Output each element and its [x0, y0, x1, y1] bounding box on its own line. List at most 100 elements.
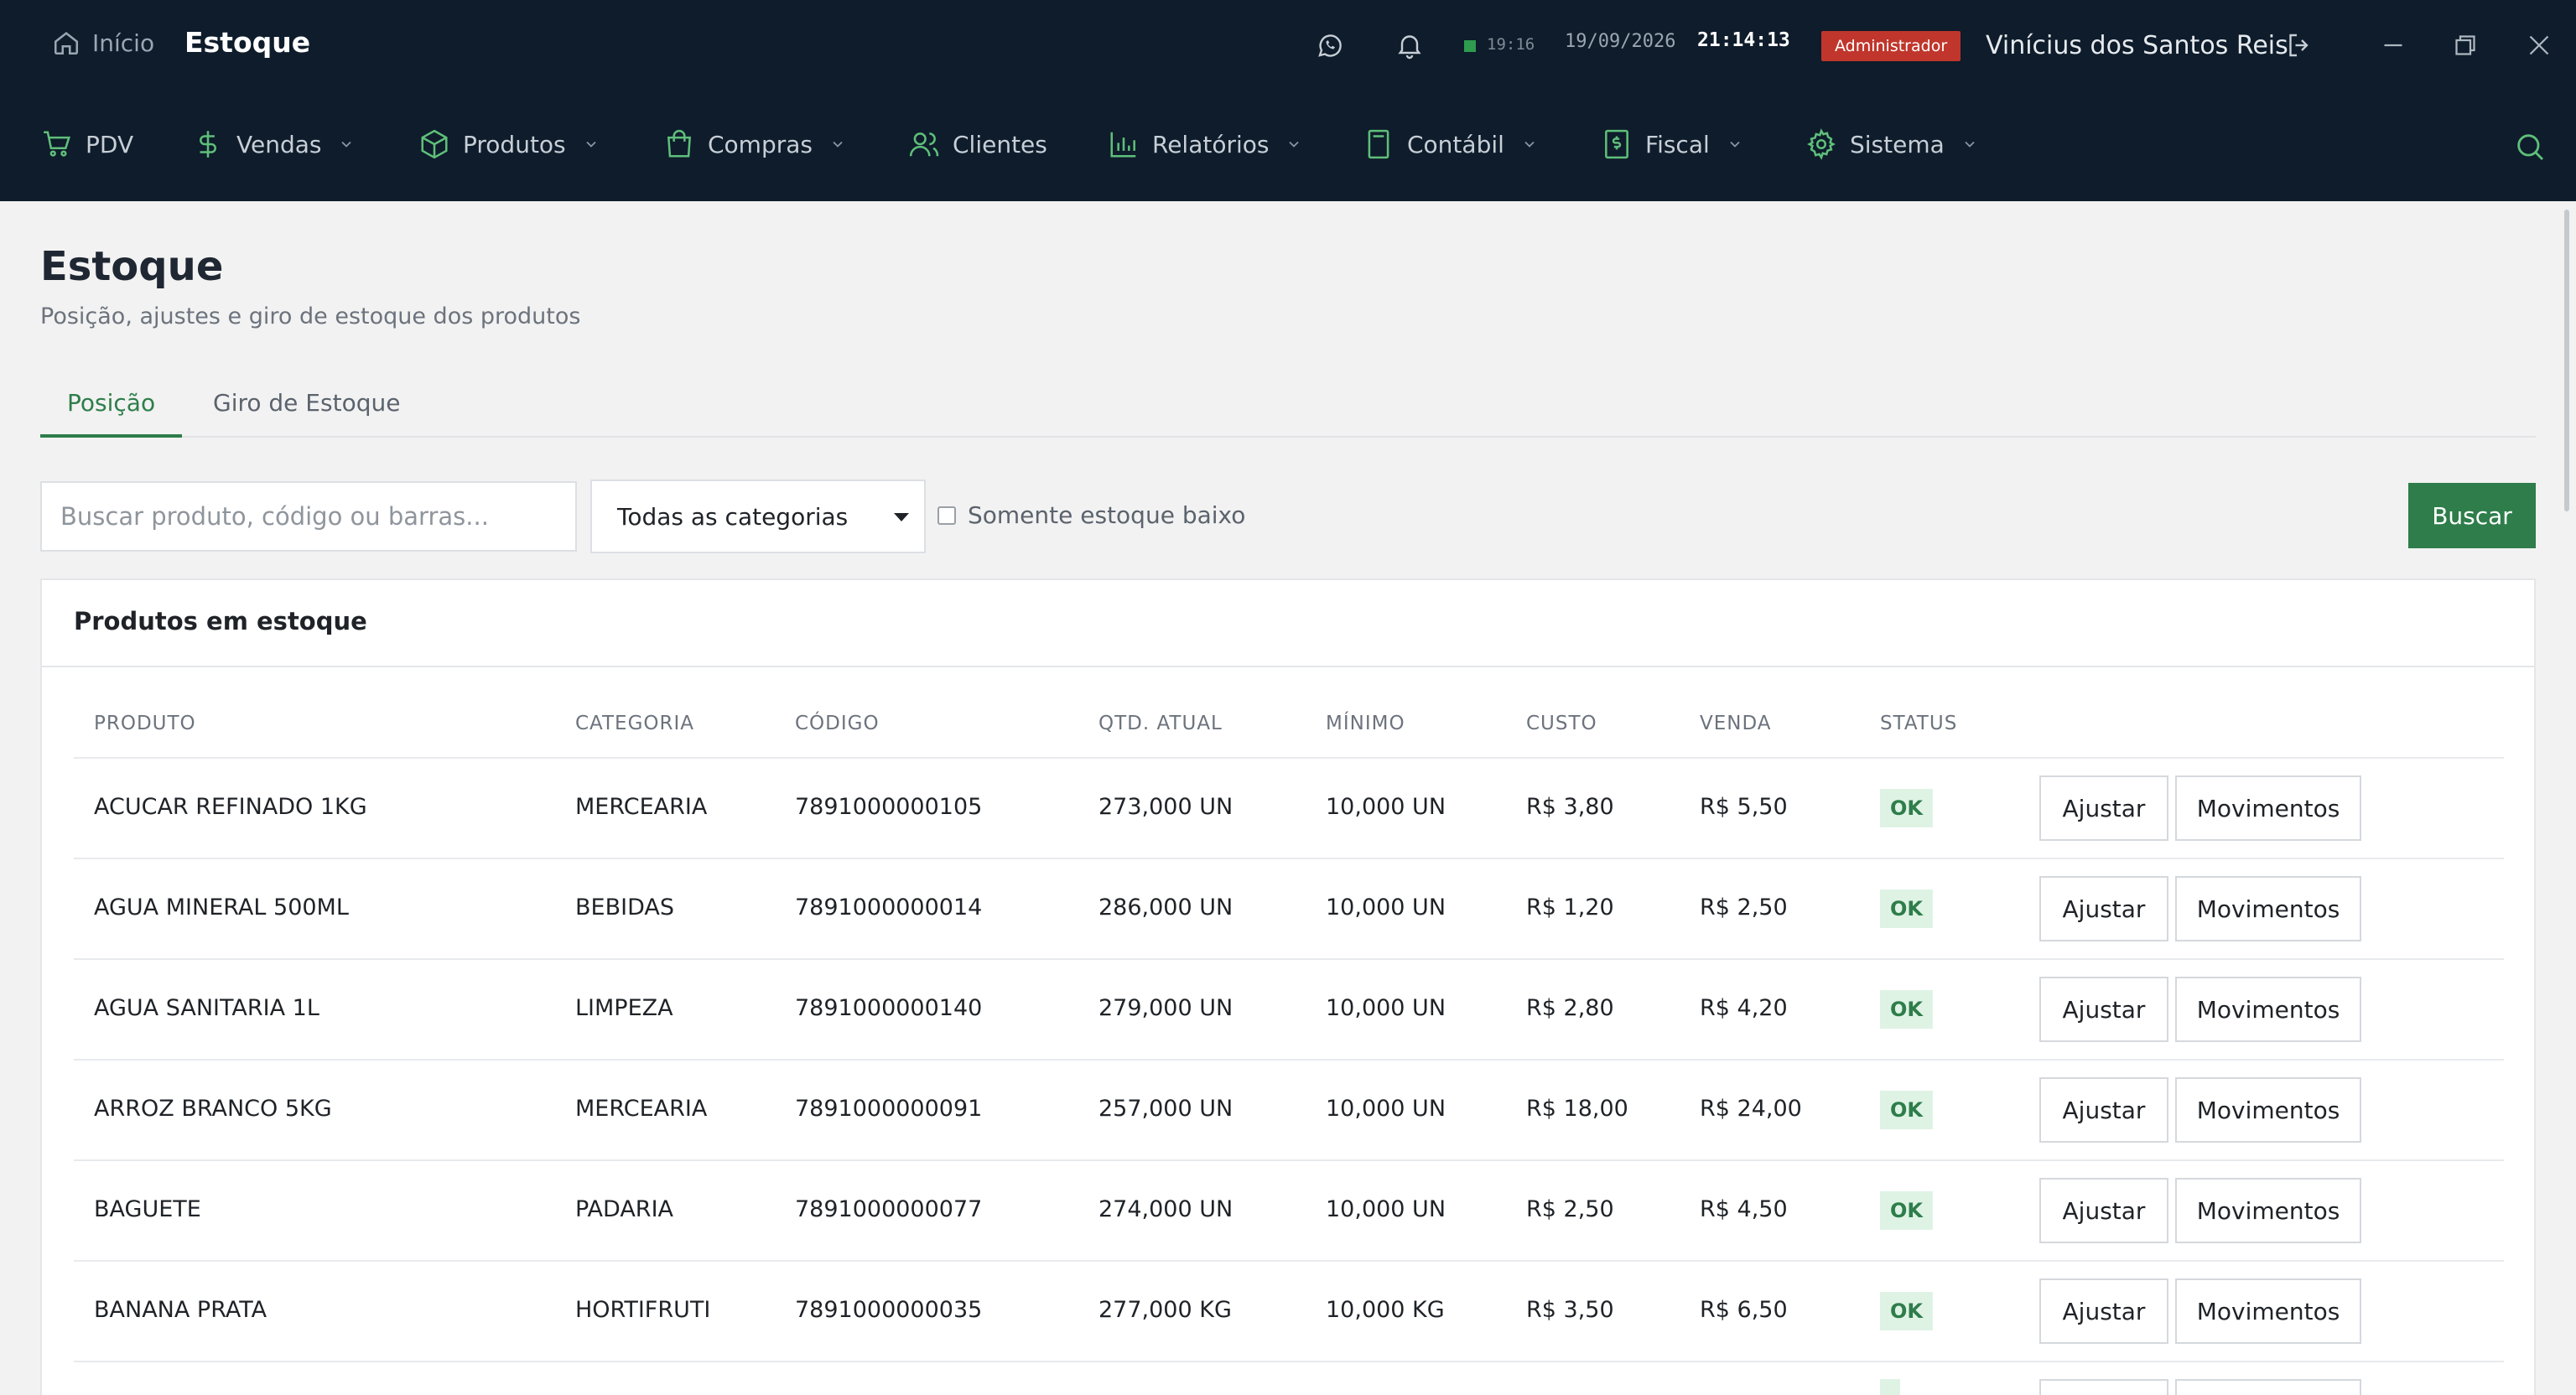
cell-qtd-atual: 273,000 UN — [1098, 794, 1233, 820]
nav-item-clientes[interactable]: Clientes — [907, 127, 1047, 161]
low-stock-checkbox[interactable] — [937, 506, 956, 525]
user-name[interactable]: Vinícius dos Santos Reis — [1986, 31, 2288, 60]
cell-categoria: PADARIA — [575, 1196, 674, 1222]
minimize-icon[interactable] — [2378, 30, 2408, 60]
cell-venda: R$ 5,50 — [1700, 794, 1788, 820]
chevron-down-icon — [833, 141, 843, 148]
low-stock-label: Somente estoque baixo — [968, 501, 1246, 529]
status-badge: OK — [1880, 889, 1933, 928]
cart-icon — [40, 127, 74, 161]
cell-codigo: 7891000000077 — [795, 1196, 983, 1222]
column-header-produto: PRODUTO — [94, 713, 196, 734]
cell-custo: R$ 18,00 — [1526, 1096, 1628, 1122]
nav-item-relatorios[interactable]: Relatórios — [1107, 127, 1302, 161]
table-row: ARROZ BRANCO 5KG MERCEARIA 7891000000091… — [74, 1059, 2504, 1159]
cell-venda: R$ 4,50 — [1700, 1196, 1788, 1222]
column-header-categoria: CATEGORIA — [575, 713, 695, 734]
cell-codigo: 7891000000140 — [795, 995, 983, 1021]
cell-custo: R$ 1,20 — [1526, 895, 1614, 920]
status-badge: OK — [1880, 990, 1933, 1029]
cell-codigo: 7891000000105 — [795, 794, 983, 820]
cell-categoria: MERCEARIA — [575, 794, 708, 820]
adjust-button[interactable]: Ajustar — [2039, 775, 2168, 841]
column-header-codigo: CÓDIGO — [795, 713, 880, 734]
movements-button[interactable]: Movimentos — [2175, 876, 2361, 941]
status-badge: OK — [1880, 1292, 1933, 1330]
status-badge: OK — [1880, 789, 1933, 827]
adjust-button[interactable]: Ajustar — [2039, 1178, 2168, 1243]
adjust-button[interactable]: Ajustar — [2039, 876, 2168, 941]
cell-codigo: 7891000000091 — [795, 1096, 983, 1122]
home-link[interactable]: Início — [52, 29, 154, 57]
cell-qtd-atual: 277,000 KG — [1098, 1297, 1232, 1323]
search-button[interactable]: Buscar — [2408, 483, 2536, 548]
category-select[interactable]: Todas as categorias — [590, 480, 926, 553]
clock-date: 19/09/2026 — [1565, 31, 1676, 52]
movements-button[interactable]: Movimentos — [2175, 1278, 2361, 1344]
nav-item-vendas[interactable]: Vendas — [191, 127, 355, 161]
column-header-minimo: MÍNIMO — [1326, 713, 1405, 734]
chevron-down-icon — [1730, 141, 1740, 148]
gear-icon — [1805, 127, 1838, 161]
movements-button[interactable]: Movimentos — [2175, 977, 2361, 1042]
home-label: Início — [92, 29, 155, 57]
table-row: AGUA MINERAL 500ML BEBIDAS 7891000000014… — [74, 858, 2504, 958]
nav-item-contabil[interactable]: Contábil — [1362, 127, 1538, 161]
status-badge: OK — [1880, 1091, 1933, 1129]
page-title: Estoque — [40, 243, 224, 290]
clock-time: 21:14:13 — [1697, 29, 1790, 51]
cell-custo: R$ 2,80 — [1526, 995, 1614, 1021]
main-nav: PDV Vendas Produtos Compras Clientes Rel… — [0, 92, 2576, 201]
column-header-qtd-atual: QTD. ATUAL — [1098, 713, 1223, 734]
cell-categoria: LIMPEZA — [575, 995, 673, 1021]
movements-button[interactable]: Movimentos — [2175, 1077, 2361, 1143]
low-stock-filter[interactable]: Somente estoque baixo — [937, 501, 1245, 529]
cell-minimo: 10,000 UN — [1326, 995, 1446, 1021]
movements-button[interactable]: Movimentos — [2175, 775, 2361, 841]
nav-item-compras[interactable]: Compras — [662, 127, 846, 161]
column-header-custo: CUSTO — [1526, 713, 1597, 734]
search-input[interactable] — [40, 481, 577, 552]
top-bar: Início Estoque 19:16 19/09/2026 21:14:13… — [0, 0, 2576, 92]
chevron-down-icon — [341, 141, 352, 148]
logout-icon[interactable] — [2284, 30, 2314, 60]
nav-item-pdv[interactable]: PDV — [40, 127, 133, 161]
nav-item-produtos[interactable]: Produtos — [418, 127, 600, 161]
status-badge: OK — [1880, 1191, 1933, 1230]
cell-codigo: 7891000000014 — [795, 895, 983, 920]
cell-qtd-atual: 257,000 UN — [1098, 1096, 1233, 1122]
cell-produto: ARROZ BRANCO 5KG — [94, 1096, 332, 1122]
caret-down-icon — [894, 513, 909, 521]
cell-produto: BAGUETE — [94, 1196, 201, 1222]
card-divider — [42, 666, 2534, 667]
cell-venda: R$ 6,50 — [1700, 1297, 1788, 1323]
nav-item-fiscal[interactable]: Fiscal — [1600, 127, 1743, 161]
close-icon[interactable] — [2524, 30, 2554, 60]
movements-button[interactable] — [2175, 1379, 2361, 1395]
cell-categoria: HORTIFRUTI — [575, 1297, 711, 1323]
page-scrollbar[interactable] — [2564, 210, 2569, 511]
cell-codigo: 7891000000035 — [795, 1297, 983, 1323]
nav-item-sistema[interactable]: Sistema — [1805, 127, 1978, 161]
adjust-button[interactable]: Ajustar — [2039, 1077, 2168, 1143]
nav-label-produtos: Produtos — [463, 130, 566, 158]
cell-minimo: 10,000 UN — [1326, 1196, 1446, 1222]
table-row: BANANA PRATA HORTIFRUTI 7891000000035 27… — [74, 1260, 2504, 1361]
cell-produto: ACUCAR REFINADO 1KG — [94, 794, 367, 820]
tab-giro-de-estoque[interactable]: Giro de Estoque — [186, 389, 427, 438]
dollar-icon — [191, 127, 225, 161]
cell-venda: R$ 24,00 — [1700, 1096, 1802, 1122]
table-row — [74, 1361, 2504, 1395]
search-icon[interactable] — [2513, 130, 2547, 163]
bell-icon[interactable] — [1394, 30, 1425, 60]
tab-posicao[interactable]: Posição — [40, 389, 183, 438]
nav-label-pdv: PDV — [86, 130, 134, 158]
whatsapp-icon[interactable] — [1315, 30, 1345, 60]
adjust-button[interactable]: Ajustar — [2039, 1278, 2168, 1344]
restore-icon[interactable] — [2450, 30, 2480, 60]
adjust-button[interactable]: Ajustar — [2039, 977, 2168, 1042]
box-icon — [418, 127, 451, 161]
movements-button[interactable]: Movimentos — [2175, 1178, 2361, 1243]
adjust-button[interactable] — [2039, 1379, 2168, 1395]
cell-qtd-atual: 274,000 UN — [1098, 1196, 1233, 1222]
